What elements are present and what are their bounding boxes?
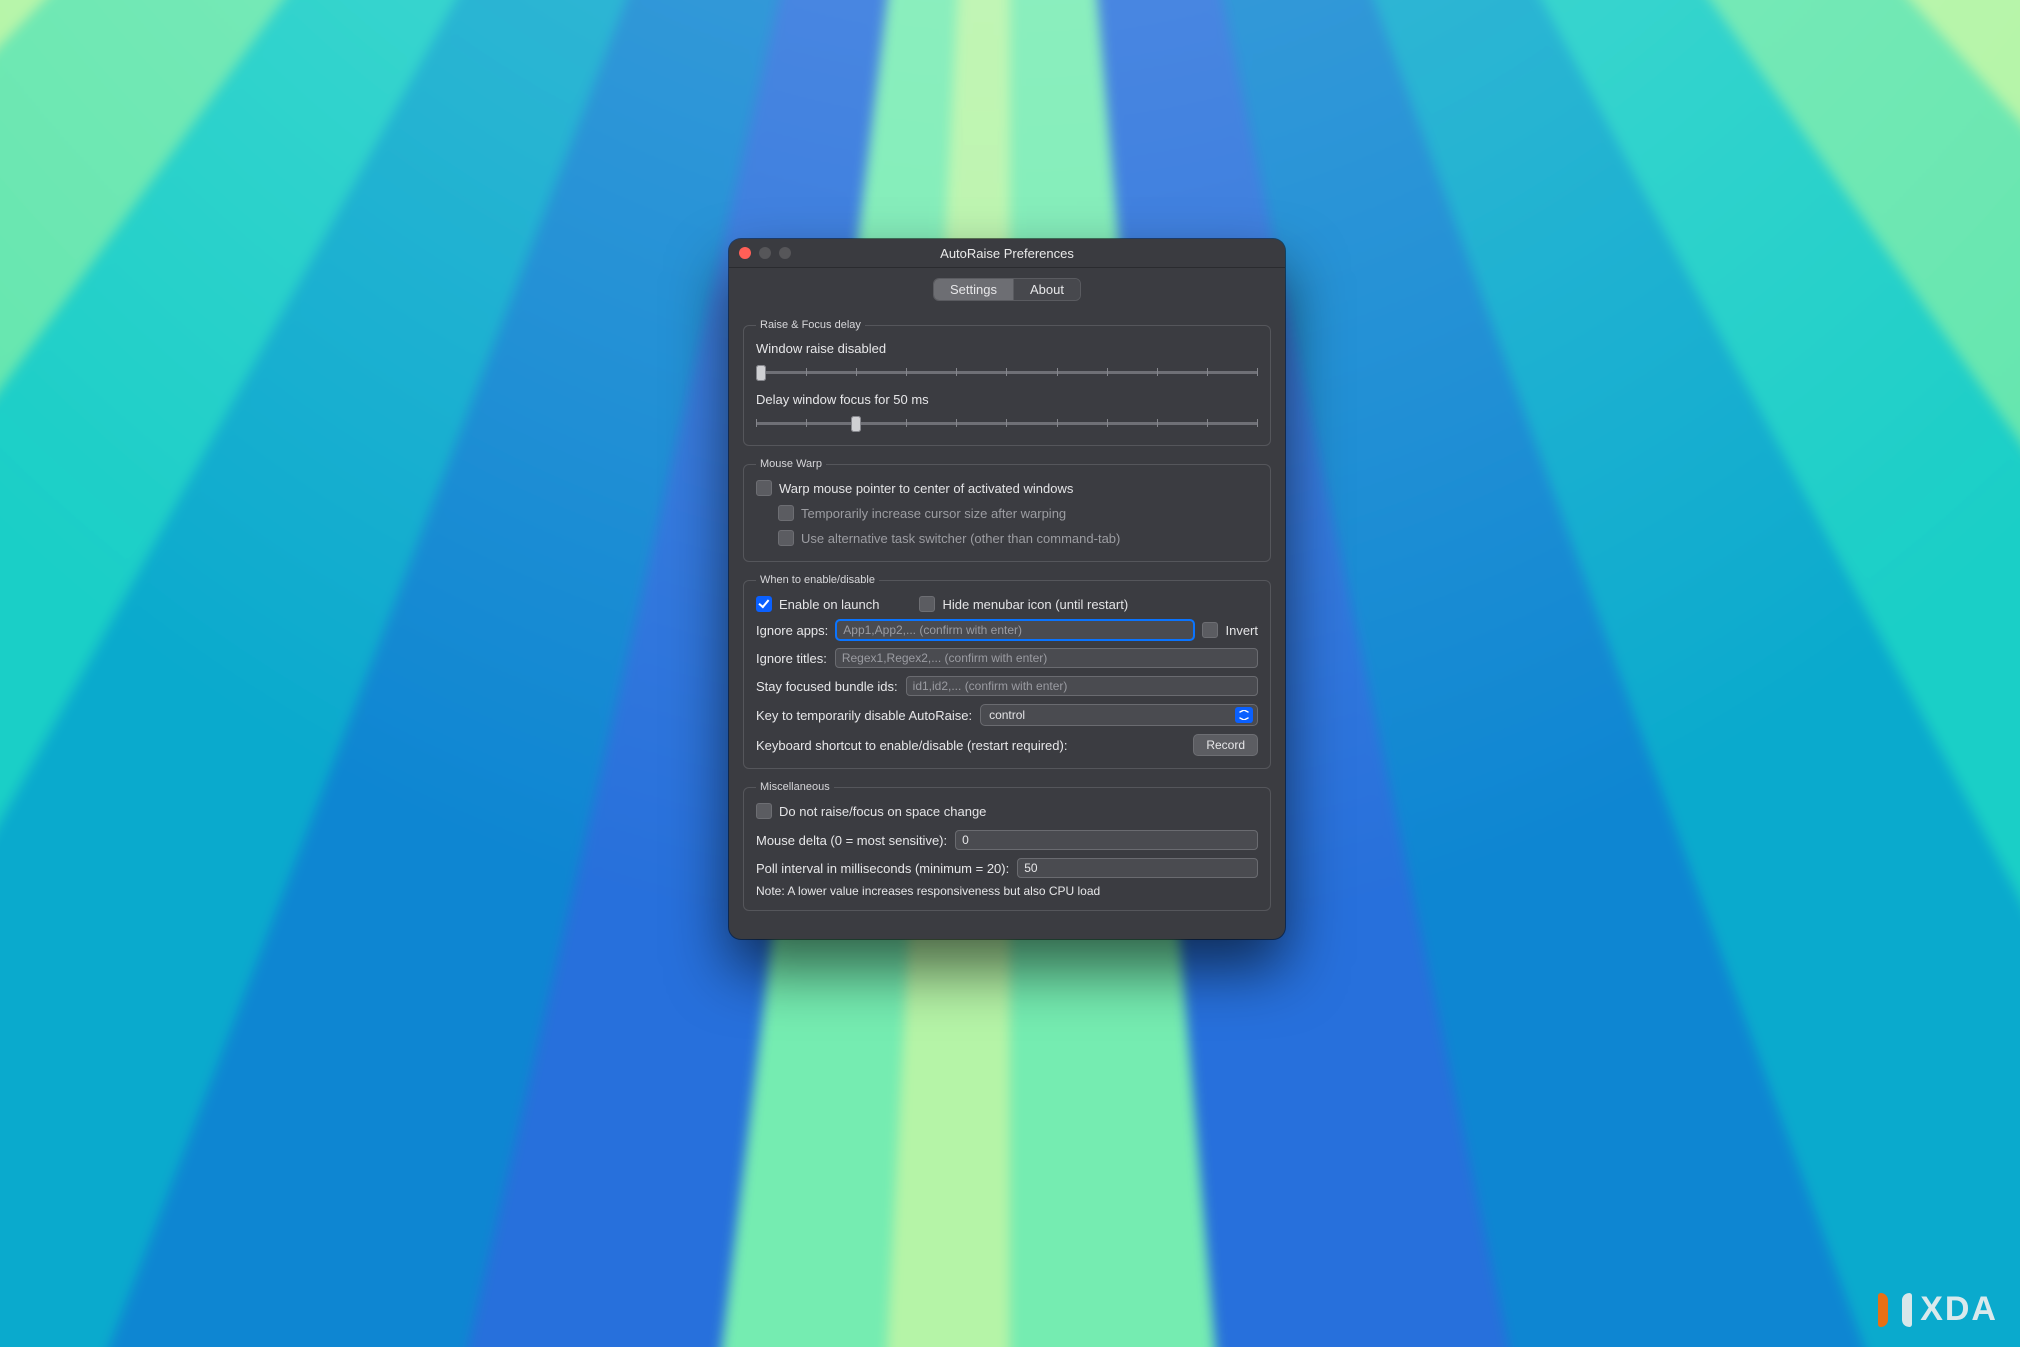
invert-label: Invert (1225, 623, 1258, 638)
focus-delay-slider[interactable] (756, 413, 1258, 433)
enable-on-launch-checkbox[interactable]: Enable on launch (756, 596, 879, 612)
disable-key-label: Key to temporarily disable AutoRaise: (756, 708, 972, 723)
minimize-icon[interactable] (759, 247, 771, 259)
preferences-window: AutoRaise Preferences Settings About Rai… (729, 239, 1285, 939)
ignore-apps-input[interactable] (836, 620, 1194, 640)
increase-cursor-label: Temporarily increase cursor size after w… (801, 506, 1066, 521)
chevron-down-icon (1235, 707, 1253, 723)
warp-mouse-label: Warp mouse pointer to center of activate… (779, 481, 1073, 496)
group-mouse-warp-legend: Mouse Warp (756, 458, 826, 470)
hide-menubar-label: Hide menubar icon (until restart) (942, 597, 1128, 612)
tabs-segmented-control: Settings About (933, 278, 1081, 301)
group-misc-legend: Miscellaneous (756, 781, 834, 793)
group-misc: Miscellaneous Do not raise/focus on spac… (743, 781, 1271, 911)
record-shortcut-button[interactable]: Record (1193, 734, 1258, 756)
zoom-icon[interactable] (779, 247, 791, 259)
xda-logo-text: XDA (1920, 1290, 1998, 1329)
xda-logo-icon (1878, 1293, 1912, 1327)
no-raise-space-label: Do not raise/focus on space change (779, 804, 986, 819)
shortcut-label: Keyboard shortcut to enable/disable (res… (756, 738, 1185, 753)
raise-slider-label: Window raise disabled (756, 341, 1258, 356)
no-raise-space-checkbox[interactable]: Do not raise/focus on space change (756, 803, 986, 819)
tab-about[interactable]: About (1013, 279, 1080, 300)
hide-menubar-checkbox[interactable]: Hide menubar icon (until restart) (919, 596, 1128, 612)
alt-task-switcher-label: Use alternative task switcher (other tha… (801, 531, 1120, 546)
invert-checkbox[interactable]: Invert (1202, 622, 1258, 638)
group-raise-focus-legend: Raise & Focus delay (756, 319, 865, 331)
group-when-enable-legend: When to enable/disable (756, 574, 879, 586)
xda-watermark: XDA (1878, 1290, 1998, 1329)
mouse-delta-label: Mouse delta (0 = most sensitive): (756, 833, 947, 848)
enable-on-launch-label: Enable on launch (779, 597, 879, 612)
stay-focused-input[interactable] (906, 676, 1258, 696)
poll-interval-label: Poll interval in milliseconds (minimum =… (756, 861, 1009, 876)
window-title: AutoRaise Preferences (729, 246, 1285, 261)
increase-cursor-checkbox[interactable]: Temporarily increase cursor size after w… (778, 505, 1066, 521)
close-icon[interactable] (739, 247, 751, 259)
ignore-apps-label: Ignore apps: (756, 623, 828, 638)
ignore-titles-label: Ignore titles: (756, 651, 827, 666)
alt-task-switcher-checkbox[interactable]: Use alternative task switcher (other tha… (778, 530, 1120, 546)
focus-slider-label: Delay window focus for 50 ms (756, 392, 1258, 407)
stay-focused-label: Stay focused bundle ids: (756, 679, 898, 694)
mouse-delta-input[interactable] (955, 830, 1258, 850)
titlebar[interactable]: AutoRaise Preferences (729, 239, 1285, 268)
disable-key-value: control (989, 708, 1025, 722)
group-raise-focus: Raise & Focus delay Window raise disable… (743, 319, 1271, 446)
ignore-titles-input[interactable] (835, 648, 1258, 668)
poll-interval-input[interactable] (1017, 858, 1258, 878)
group-mouse-warp: Mouse Warp Warp mouse pointer to center … (743, 458, 1271, 562)
raise-delay-slider[interactable] (756, 362, 1258, 382)
group-when-enable: When to enable/disable Enable on launch … (743, 574, 1271, 769)
warp-mouse-checkbox[interactable]: Warp mouse pointer to center of activate… (756, 480, 1073, 496)
disable-key-select[interactable]: control (980, 704, 1258, 726)
misc-note: Note: A lower value increases responsive… (756, 884, 1258, 898)
tab-settings[interactable]: Settings (934, 279, 1013, 300)
